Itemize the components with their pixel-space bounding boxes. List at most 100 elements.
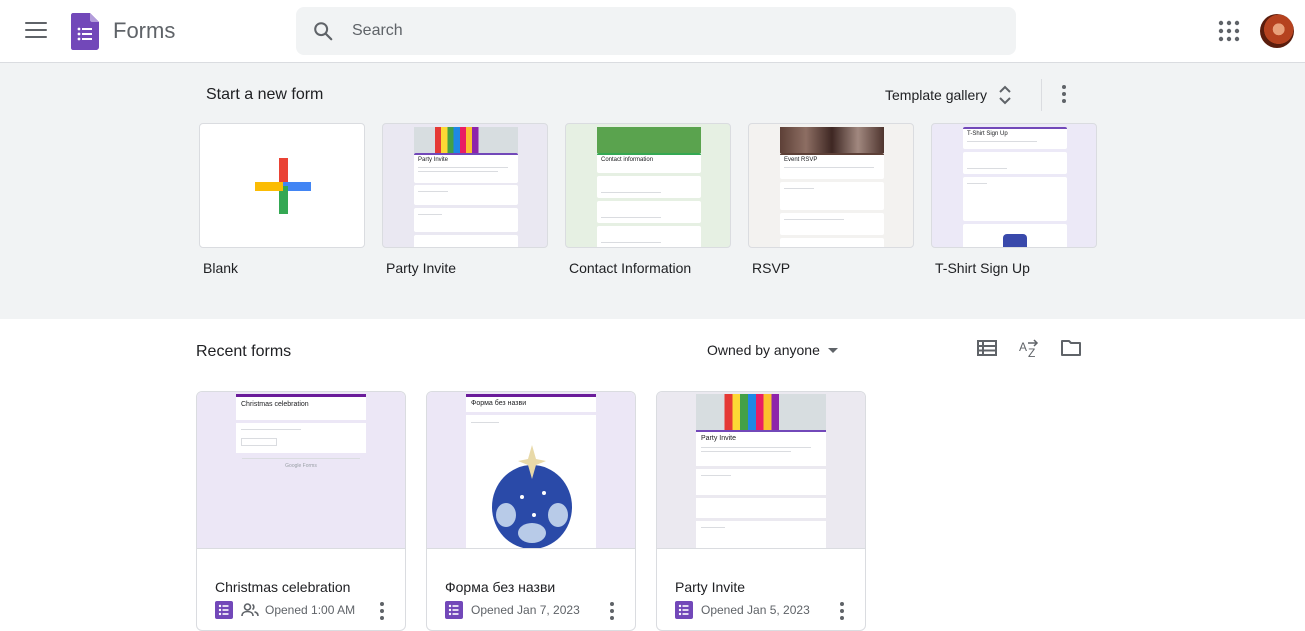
- template-party-invite[interactable]: Party Invite Party Invite: [382, 123, 548, 276]
- recent-form-card[interactable]: Форма без назви Форма без назви Opened J…: [426, 391, 636, 631]
- more-options-icon[interactable]: [610, 602, 614, 620]
- template-gallery-label: Template gallery: [885, 87, 987, 103]
- form-question-card: [696, 498, 826, 518]
- preview-title: Event RSVP: [784, 157, 818, 163]
- templates-title: Start a new form: [206, 86, 324, 103]
- template-label: Party Invite: [386, 260, 457, 276]
- preview-title: Party Invite: [701, 435, 737, 442]
- form-question-card: [466, 415, 596, 548]
- form-question-card: [696, 469, 826, 495]
- template-label: T-Shirt Sign Up: [935, 260, 1030, 276]
- opened-date: Opened Jan 5, 2023: [701, 603, 810, 617]
- form-question-card: [780, 238, 884, 247]
- form-header-card: Party Invite: [414, 153, 518, 183]
- template-gallery-button[interactable]: Template gallery: [885, 83, 1013, 107]
- balloons-banner-image: [696, 394, 826, 430]
- list-view-icon[interactable]: [976, 337, 998, 359]
- search-box[interactable]: [296, 7, 1016, 55]
- form-thumbnail[interactable]: Форма без назви: [427, 392, 635, 549]
- template-thumbnail[interactable]: T-Shirt Sign Up: [931, 123, 1097, 248]
- template-rsvp[interactable]: Event RSVP RSVP: [748, 123, 914, 276]
- template-section: Start a new form Template gallery Blank …: [0, 63, 1305, 319]
- recent-forms-title: Recent forms: [196, 343, 292, 360]
- template-label: Contact Information: [569, 260, 692, 276]
- divider: [1041, 79, 1042, 111]
- form-question-card: [414, 208, 518, 232]
- template-tshirt-sign-up[interactable]: T-Shirt Sign Up T-Shirt Sign Up: [931, 123, 1097, 276]
- form-question-card: [780, 182, 884, 210]
- form-question-card: [963, 177, 1067, 221]
- more-options-icon[interactable]: [380, 602, 384, 620]
- event-photo-image: [780, 127, 884, 153]
- owner-filter-label: Owned by anyone: [707, 342, 820, 358]
- more-options-icon[interactable]: [840, 602, 844, 620]
- user-avatar[interactable]: [1260, 14, 1294, 48]
- template-label: RSVP: [752, 260, 791, 276]
- form-question-card: [696, 521, 826, 548]
- template-thumbnail[interactable]: Party Invite: [382, 123, 548, 248]
- more-options-icon[interactable]: [1062, 85, 1066, 103]
- form-header-card: Christmas celebration: [236, 394, 366, 420]
- template-contact-information[interactable]: Contact information Contact Information: [565, 123, 731, 276]
- form-title: Party Invite: [675, 579, 746, 595]
- preview-title: Форма без назви: [471, 400, 527, 407]
- form-question-card: [963, 152, 1067, 174]
- form-question-card: [597, 226, 701, 247]
- forms-logo-icon[interactable]: [71, 13, 99, 50]
- recent-form-card[interactable]: Party Invite Party Invite Opened Jan 5, …: [656, 391, 866, 631]
- search-input[interactable]: [352, 7, 992, 55]
- form-question-card: [236, 423, 366, 453]
- template-thumbnail[interactable]: [199, 123, 365, 248]
- forms-icon: [445, 601, 463, 619]
- preview-title: Party Invite: [418, 157, 449, 163]
- christmas-ornament-image: [492, 445, 572, 548]
- svg-text:A: A: [1019, 340, 1027, 354]
- plus-icon: [255, 158, 311, 214]
- balloons-banner-image: [414, 127, 518, 153]
- form-meta: Opened Jan 5, 2023: [675, 601, 810, 619]
- google-forms-footer: Google Forms: [285, 463, 317, 469]
- form-title: Форма без назви: [445, 579, 556, 595]
- preview-title: Contact information: [601, 157, 654, 163]
- form-header-card: Contact information: [597, 153, 701, 173]
- template-label: Blank: [203, 260, 239, 276]
- google-apps-grid-icon[interactable]: [1218, 20, 1240, 42]
- forms-icon: [675, 601, 693, 619]
- hamburger-menu-icon[interactable]: [25, 22, 47, 40]
- form-header-card: T-Shirt Sign Up: [963, 127, 1067, 149]
- folder-icon[interactable]: [1060, 337, 1082, 359]
- form-question-card: [597, 176, 701, 198]
- search-icon[interactable]: [312, 20, 334, 42]
- app-title[interactable]: Forms: [113, 18, 175, 44]
- form-thumbnail[interactable]: Party Invite: [657, 392, 865, 549]
- preview-title: T-Shirt Sign Up: [967, 131, 1008, 137]
- form-question-card: [414, 185, 518, 205]
- caret-down-icon: [827, 347, 838, 353]
- svg-text:Z: Z: [1028, 346, 1035, 359]
- shared-people-icon: [241, 603, 259, 617]
- opened-date: Opened 1:00 AM: [265, 603, 356, 617]
- form-header-card: Форма без назви: [466, 394, 596, 412]
- form-header-card: Party Invite: [696, 430, 826, 466]
- form-meta: Opened 1:00 AM: [215, 601, 355, 619]
- template-thumbnail[interactable]: Contact information: [565, 123, 731, 248]
- preview-title: Christmas celebration: [241, 401, 309, 408]
- tshirt-image: [1003, 234, 1027, 247]
- template-thumbnail[interactable]: Event RSVP: [748, 123, 914, 248]
- owner-filter-dropdown[interactable]: Owned by anyone: [707, 340, 838, 360]
- form-question-card: [780, 213, 884, 235]
- template-blank[interactable]: Blank: [199, 123, 365, 276]
- unfold-more-icon: [999, 85, 1011, 105]
- form-question-card: [963, 224, 1067, 247]
- sort-az-icon[interactable]: A Z: [1018, 337, 1040, 359]
- form-question-card: [597, 201, 701, 223]
- form-question-card: [414, 235, 518, 247]
- form-meta: Opened Jan 7, 2023: [445, 601, 580, 619]
- app-header: Forms: [0, 0, 1305, 63]
- form-thumbnail[interactable]: Christmas celebration Google Forms: [197, 392, 405, 549]
- recent-form-card[interactable]: Christmas celebration Google Forms Chris…: [196, 391, 406, 631]
- opened-date: Opened Jan 7, 2023: [471, 603, 580, 617]
- form-header-card: Event RSVP: [780, 153, 884, 179]
- green-banner-image: [597, 127, 701, 153]
- forms-icon: [215, 601, 233, 619]
